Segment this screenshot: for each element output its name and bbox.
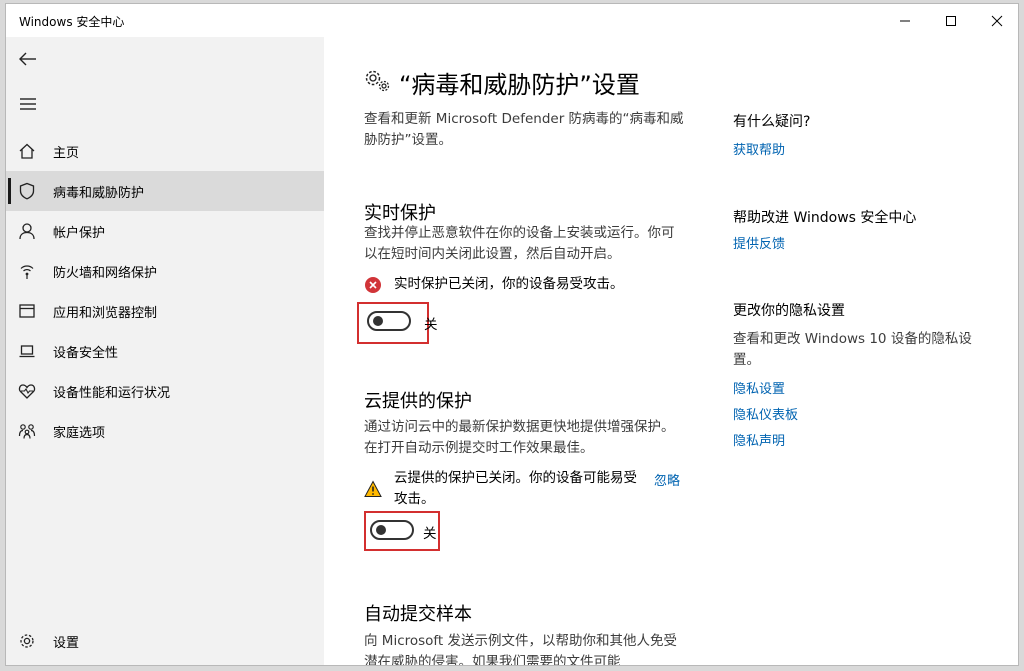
question-title: 有什么疑问? [733,114,811,130]
cloud-toggle[interactable] [370,520,414,540]
home-icon [18,142,36,160]
sidebar-item-settings[interactable]: 设置 [6,621,324,661]
error-icon [364,276,382,294]
sidebar-item-label: 设备安全性 [53,346,119,361]
family-icon [18,422,36,440]
dismiss-link[interactable]: 忽略 [654,470,680,489]
feedback-link[interactable]: 提供反馈 [733,233,785,252]
sample-description: 向 Microsoft 发送示例文件，以帮助你和其他人免受潜在威胁的侵害。如果我… [364,633,678,666]
main-content: “病毒和威胁防护”设置 查看和更新 Microsoft Defender 防病毒… [324,37,1018,666]
sidebar-item-virus-protection[interactable]: 病毒和威胁防护 [6,171,324,211]
warning-icon [364,480,382,498]
shield-icon [18,182,36,200]
wifi-icon [18,262,36,280]
maximize-button[interactable] [928,4,974,37]
sidebar-item-label: 防火墙和网络保护 [53,266,158,281]
window-title: Windows 安全中心 [19,15,125,29]
realtime-toggle-label: 关 [424,317,438,333]
sidebar-item-firewall[interactable]: 防火墙和网络保护 [6,251,324,291]
sidebar-item-label: 家庭选项 [53,426,106,441]
sidebar-item-label: 设备性能和运行状况 [53,386,171,401]
hamburger-icon [20,98,36,110]
close-button[interactable] [974,4,1018,37]
cloud-toggle-label: 关 [423,526,437,542]
improve-title: 帮助改进 Windows 安全中心 [733,210,917,226]
privacy-settings-link[interactable]: 隐私设置 [733,378,785,397]
close-icon [991,15,1003,26]
title-bar[interactable]: Windows 安全中心 [6,4,1018,37]
sidebar-item-label: 帐户保护 [53,226,106,241]
settings-gears-icon [364,69,392,93]
back-button[interactable] [16,47,40,71]
sidebar-item-family[interactable]: 家庭选项 [6,411,324,451]
window-icon [18,302,36,320]
sidebar-item-device-health[interactable]: 设备性能和运行状况 [6,371,324,411]
toggle-knob [376,525,386,535]
back-arrow-icon [19,52,36,66]
sidebar-item-label: 应用和浏览器控制 [53,306,158,321]
toggle-knob [373,316,383,326]
sidebar-item-home[interactable]: 主页 [6,131,324,171]
privacy-statement-link[interactable]: 隐私声明 [733,430,785,449]
realtime-section-title: 实时保护 [364,203,436,224]
sidebar-item-account-protection[interactable]: 帐户保护 [6,211,324,251]
privacy-title: 更改你的隐私设置 [733,303,845,319]
cloud-section-title: 云提供的保护 [364,391,472,412]
page-title: “病毒和威胁防护”设置 [399,71,640,99]
realtime-status: 实时保护已关闭，你的设备易受攻击。 [364,274,624,295]
realtime-toggle[interactable] [367,311,411,331]
realtime-description: 查找并停止恶意软件在你的设备上安装或运行。你可以在短时间内关闭此设置，然后自动开… [364,225,675,262]
privacy-dashboard-link[interactable]: 隐私仪表板 [733,404,798,423]
heart-pulse-icon [18,382,36,400]
sidebar-item-label: 设置 [53,636,80,651]
sidebar-item-label: 主页 [53,146,80,161]
sidebar: 主页 病毒和威胁防护 帐户保护 防火墙和网络保护 应用和浏览器控制 设备安全性 … [6,37,324,665]
maximize-icon [946,15,956,26]
sidebar-item-label: 病毒和威胁防护 [53,186,145,201]
cloud-status-text: 云提供的保护已关闭。你的设备可能易受攻击。 [394,470,637,507]
minimize-icon [900,20,910,21]
get-help-link[interactable]: 获取帮助 [733,139,785,158]
gear-icon [18,632,36,650]
privacy-description: 查看和更改 Windows 10 设备的隐私设置。 [733,331,972,368]
laptop-icon [18,342,36,360]
cloud-description: 通过访问云中的最新保护数据更快地提供增强保护。在打开自动示例提交时工作效果最佳。 [364,419,675,456]
hamburger-menu-button[interactable] [16,92,40,116]
app-window: @源于风 Windows 安全中心 主页 [5,3,1019,666]
sidebar-item-device-security[interactable]: 设备安全性 [6,331,324,371]
page-intro: 查看和更新 Microsoft Defender 防病毒的“病毒和威胁防护”设置… [364,111,684,148]
cloud-status: 云提供的保护已关闭。你的设备可能易受攻击。 [364,468,640,510]
sample-section-title: 自动提交样本 [364,604,472,625]
minimize-button[interactable] [882,4,928,37]
person-icon [18,222,36,240]
sidebar-item-app-browser[interactable]: 应用和浏览器控制 [6,291,324,331]
realtime-status-text: 实时保护已关闭，你的设备易受攻击。 [394,276,624,292]
